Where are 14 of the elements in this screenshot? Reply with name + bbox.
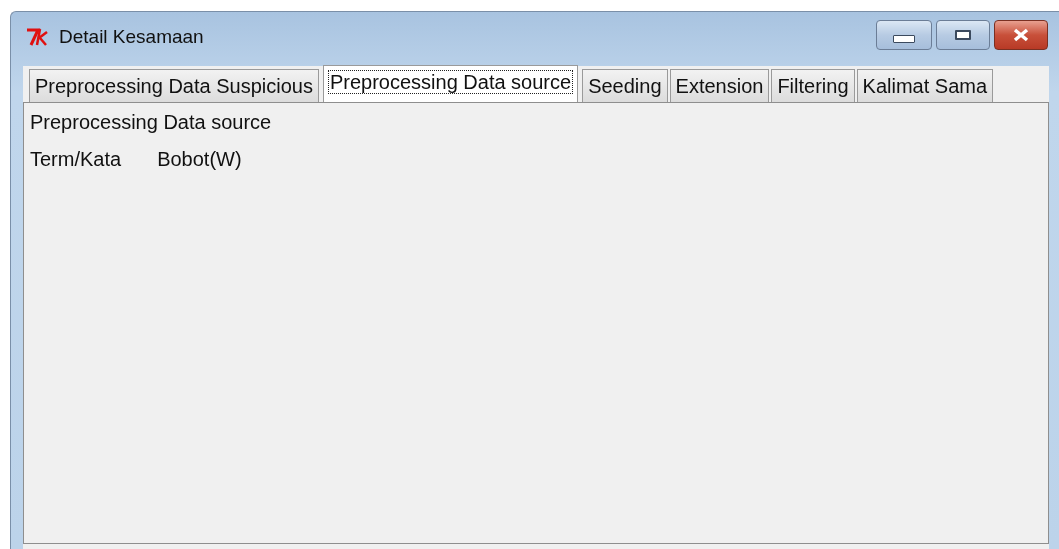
- close-icon: [1011, 28, 1031, 42]
- window-title: Detail Kesamaan: [59, 26, 204, 48]
- panel-heading: Preprocessing Data source: [30, 111, 273, 134]
- close-button[interactable]: [994, 20, 1048, 50]
- tab[interactable]: Preprocessing Data Suspicious: [29, 69, 319, 102]
- tab[interactable]: Seeding: [582, 69, 668, 102]
- tab[interactable]: Extension: [669, 69, 770, 102]
- minimize-button[interactable]: [876, 20, 932, 50]
- tab[interactable]: Kalimat Sama: [856, 69, 994, 102]
- tab[interactable]: Filtering: [771, 69, 855, 102]
- tab[interactable]: Preprocessing Data source: [322, 65, 579, 102]
- column-header: Bobot(W): [157, 148, 242, 171]
- column-header: Term/Kata: [30, 148, 122, 171]
- maximize-button[interactable]: [936, 20, 990, 50]
